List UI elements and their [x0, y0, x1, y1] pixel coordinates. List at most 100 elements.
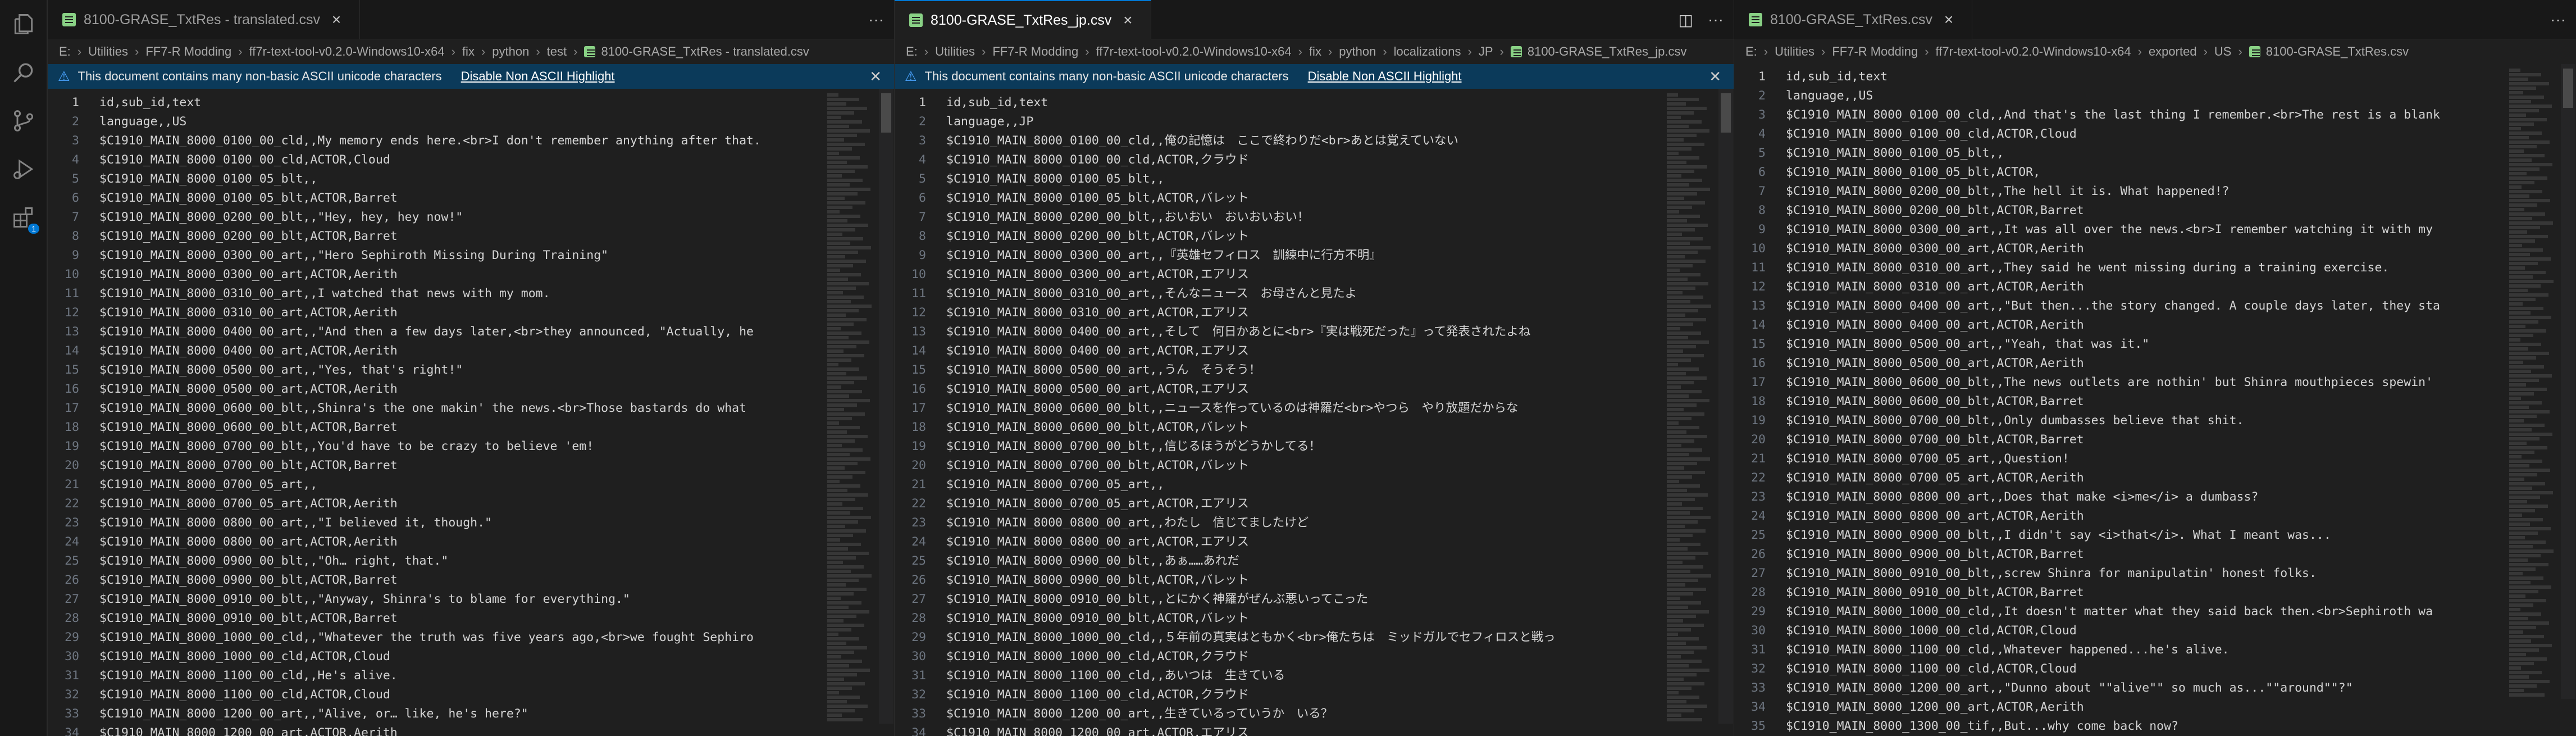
- minimap-row: [1667, 498, 1695, 501]
- breadcrumb-segment[interactable]: Utilities: [88, 44, 128, 59]
- minimap-row: [2509, 253, 2530, 256]
- breadcrumb-segment[interactable]: ff7r-text-tool-v0.2.0-Windows10-x64: [1096, 44, 1292, 59]
- minimap-row: [1667, 516, 1711, 519]
- breadcrumb-segment[interactable]: python: [492, 44, 529, 59]
- code-line: 7 $C1910_MAIN_8000_0200_00_blt,,The hell …: [1734, 182, 2576, 201]
- scrollbar-thumb[interactable]: [2563, 69, 2573, 108]
- breadcrumb-segment[interactable]: python: [1339, 44, 1376, 59]
- minimap-row: [1667, 111, 1694, 115]
- breadcrumb-segment[interactable]: US: [2214, 44, 2232, 59]
- minimap-row: [827, 125, 849, 128]
- breadcrumb-segment[interactable]: fix: [462, 44, 475, 59]
- code-line: 13 $C1910_MAIN_8000_0400_00_art,,"And the…: [48, 322, 894, 342]
- line-number: 32: [65, 688, 79, 702]
- chevron-right-icon: ›: [1085, 44, 1089, 58]
- search-icon[interactable]: [0, 48, 47, 97]
- minimap-row: [2509, 518, 2543, 521]
- code-line: 21 $C1910_MAIN_8000_0700_05_art,,Question…: [1734, 449, 2576, 469]
- minimap-row: [827, 188, 870, 191]
- chevron-right-icon: ›: [135, 44, 139, 58]
- breadcrumb-segment[interactable]: E:: [1745, 44, 1757, 59]
- breadcrumb-segment[interactable]: E:: [906, 44, 918, 59]
- breadcrumb-segment[interactable]: exported: [2149, 44, 2197, 59]
- close-banner-icon[interactable]: ✕: [1709, 68, 1721, 85]
- minimap[interactable]: [1667, 92, 1712, 727]
- breadcrumb-segment[interactable]: Utilities: [1775, 44, 1814, 59]
- code-editor[interactable]: 1 id,sub_id,text 2 language,,US 3 $C1910_MAIN…: [1734, 64, 2576, 736]
- more-actions-icon[interactable]: ···: [868, 11, 884, 29]
- breadcrumb-segment[interactable]: FF7-R Modding: [145, 44, 231, 59]
- minimap[interactable]: [827, 92, 872, 727]
- editor-tab[interactable]: 8100-GRASE_TxtRes - translated.csv ×: [48, 0, 360, 39]
- source-control-icon[interactable]: [0, 97, 47, 145]
- minimap[interactable]: [2509, 67, 2554, 702]
- scrollbar-thumb[interactable]: [881, 93, 891, 133]
- minimap-row: [827, 565, 864, 569]
- extensions-icon[interactable]: 1: [0, 193, 47, 242]
- more-actions-icon[interactable]: ···: [1708, 11, 1724, 29]
- minimap-row: [1667, 606, 1688, 609]
- minimap-row: [2509, 105, 2552, 108]
- minimap-row: [1667, 376, 1707, 380]
- close-tab-icon[interactable]: ×: [1119, 11, 1136, 29]
- editor-tab[interactable]: 8100-GRASE_TxtRes_jp.csv ×: [895, 0, 1152, 39]
- minimap-row: [827, 296, 864, 299]
- minimap-row: [827, 538, 840, 542]
- line-text: $C1910_MAIN_8000_1200_00_art,,生きているっていうか…: [946, 707, 1333, 721]
- chevron-right-icon: ›: [451, 44, 455, 58]
- close-banner-icon[interactable]: ✕: [869, 68, 882, 85]
- close-tab-icon[interactable]: ×: [1940, 11, 1957, 29]
- disable-non-ascii-link[interactable]: Disable Non ASCII Highlight: [1308, 69, 1462, 84]
- breadcrumb-segment[interactable]: test: [547, 44, 567, 59]
- line-text: $C1910_MAIN_8000_0600_00_blt,ACTOR,Barre…: [99, 420, 398, 434]
- breadcrumb-segment[interactable]: localizations: [1394, 44, 1461, 59]
- minimap-row: [827, 633, 838, 636]
- run-debug-icon[interactable]: [0, 145, 47, 193]
- breadcrumb-segment[interactable]: ff7r-text-tool-v0.2.0-Windows10-x64: [249, 44, 445, 59]
- line-text: $C1910_MAIN_8000_0700_00_blt,,Only dumba…: [1786, 414, 2244, 428]
- breadcrumb-segment[interactable]: FF7-R Modding: [1832, 44, 1918, 59]
- line-number: 17: [911, 401, 926, 415]
- line-text: $C1910_MAIN_8000_0700_00_blt,ACTOR,Barre…: [99, 458, 398, 473]
- scrollbar-thumb[interactable]: [1721, 93, 1731, 133]
- line-text: $C1910_MAIN_8000_0100_00_cld,ACTOR,クラウド: [946, 153, 1250, 167]
- breadcrumb-file[interactable]: 8100-GRASE_TxtRes.csv: [2249, 44, 2409, 59]
- vertical-scrollbar[interactable]: [1718, 89, 1733, 724]
- breadcrumb-segment[interactable]: E:: [59, 44, 71, 59]
- explorer-icon[interactable]: [0, 0, 47, 48]
- minimap-row: [2509, 190, 2542, 193]
- breadcrumb-segment[interactable]: fix: [1309, 44, 1321, 59]
- line-text: $C1910_MAIN_8000_0700_05_art,ACTOR,エアリス: [946, 497, 1250, 511]
- vertical-scrollbar[interactable]: [2561, 64, 2575, 699]
- breadcrumb-segment[interactable]: FF7-R Modding: [992, 44, 1078, 59]
- line-number: 25: [1751, 528, 1766, 542]
- minimap-row: [2509, 478, 2524, 481]
- breadcrumb-segment[interactable]: Utilities: [935, 44, 975, 59]
- split-editor-icon[interactable]: ◫: [1679, 11, 1693, 29]
- minimap-row: [1667, 525, 1685, 528]
- line-number: 17: [65, 401, 79, 415]
- minimap-row: [1667, 296, 1703, 299]
- disable-non-ascii-link[interactable]: Disable Non ASCII Highlight: [461, 69, 615, 84]
- line-number: 30: [911, 649, 926, 664]
- minimap-row: [2509, 82, 2549, 85]
- minimap-row: [1667, 165, 1707, 169]
- breadcrumb-file[interactable]: 8100-GRASE_TxtRes_jp.csv: [1510, 44, 1687, 59]
- code-line: 31 $C1910_MAIN_8000_1100_00_cld,,あいつは 生きて…: [895, 666, 1734, 685]
- minimap-row: [827, 682, 865, 685]
- breadcrumb-segment[interactable]: ff7r-text-tool-v0.2.0-Windows10-x64: [1936, 44, 2131, 59]
- editor-tab[interactable]: 8100-GRASE_TxtRes.csv ×: [1734, 0, 1972, 39]
- breadcrumb-segment: 8100-GRASE_TxtRes.csv: [2265, 44, 2409, 58]
- line-number: 17: [1751, 375, 1766, 389]
- breadcrumb-segment[interactable]: JP: [1479, 44, 1493, 59]
- code-line: 13 $C1910_MAIN_8000_0400_00_art,,"But the…: [1734, 297, 2576, 316]
- more-actions-icon[interactable]: ···: [2550, 11, 2566, 29]
- minimap-row: [2509, 675, 2529, 679]
- vertical-scrollbar[interactable]: [879, 89, 893, 724]
- code-line: 11 $C1910_MAIN_8000_0310_00_art,,I watche…: [48, 284, 894, 303]
- code-editor[interactable]: 1 id,sub_id,text 2 language,,JP 3 $C1910_MAIN…: [895, 89, 1734, 736]
- line-text: $C1910_MAIN_8000_0700_05_art,,: [99, 478, 318, 492]
- breadcrumb-file[interactable]: 8100-GRASE_TxtRes - translated.csv: [584, 44, 809, 59]
- close-tab-icon[interactable]: ×: [328, 11, 345, 29]
- code-editor[interactable]: 1 id,sub_id,text 2 language,,US 3 $C1910_MAIN…: [48, 89, 894, 736]
